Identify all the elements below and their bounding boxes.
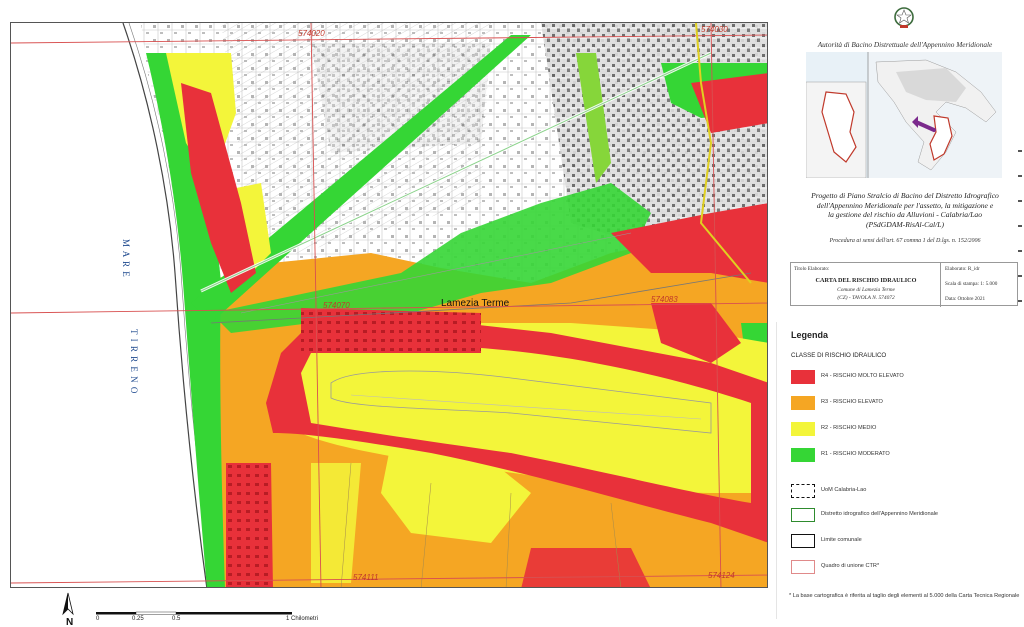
map-sheet: M A R E T I R R E N O Lamezia Terme 5740… [0, 0, 1024, 627]
sea-label-mare: M A R E [121, 239, 131, 278]
title-label: Titolo Elaborato: [794, 266, 830, 272]
legend-item-ctr: Quadro di unione CTR* [791, 560, 1021, 578]
elaborato-code: Elaborato: R_idr [945, 266, 980, 272]
legend-footnote: * La base cartografica è riferita al tag… [789, 593, 1020, 599]
print-scale: Scala di stampa: 1: 5.000 [945, 281, 998, 287]
grid-label: 574124 [708, 571, 735, 580]
legend-label: R1 - RISCHIO MODERATO [821, 451, 890, 457]
grid-label: 574030 [701, 25, 728, 34]
legend-swatch [791, 560, 815, 574]
info-table-meta-cell: Elaborato: R_idr Scala di stampa: 1: 5.0… [942, 263, 1018, 307]
legend-title: Legenda [791, 330, 829, 340]
risk-zone-r4-town [301, 308, 481, 353]
risk-map[interactable]: M A R E T I R R E N O Lamezia Terme 5740… [10, 22, 768, 588]
legend-swatch [791, 422, 815, 436]
legend-item-comune: Limite comunale [791, 534, 1021, 552]
grid-label: 574070 [323, 301, 350, 310]
scale-bar: 0 0.25 0.5 1 Chilometri [60, 592, 360, 626]
legend-label: R2 - RISCHIO MEDIO [821, 425, 877, 431]
map-canvas [11, 23, 767, 587]
scale-tick: 0.25 [132, 616, 144, 622]
legend-label: Limite comunale [821, 537, 862, 543]
legend-item-r2: R2 - RISCHIO MEDIO [791, 422, 1021, 440]
legend-swatch [791, 508, 815, 522]
legend-label: R3 - RISCHIO ELEVATO [821, 399, 883, 405]
town-label: Lamezia Terme [441, 298, 510, 309]
project-line: Progetto di Piano Stralcio di Bacino del… [811, 191, 999, 200]
legend-swatch [791, 370, 815, 384]
legend-label: R4 - RISCHIO MOLTO ELEVATO [821, 373, 904, 379]
project-line: la gestione del rischio da Alluvioni - C… [827, 210, 983, 219]
title-block: Autorità di Bacino Distrettuale dell'App… [786, 0, 1024, 308]
italian-emblem-icon [894, 7, 914, 28]
map-title: CARTA DEL RISCHIO IDRAULICO [815, 277, 917, 284]
project-line: (PSdGDAM-RisAl-Cal/L) [865, 219, 945, 229]
legend-item-r3: R3 - RISCHIO ELEVATO [791, 396, 1021, 414]
issue-date: Data: Ottobre 2021 [945, 296, 986, 302]
info-table-title-cell: Titolo Elaborato: CARTA DEL RISCHIO IDRA… [791, 263, 941, 307]
scale-tick: 0 [96, 616, 100, 622]
edge-marks [1018, 150, 1022, 302]
sea-label-tirreno: T I R R E N O [129, 329, 139, 395]
scale-tick: 1 Chilometri [286, 616, 319, 622]
legend-item-uom: UoM Calabria-Lao [791, 484, 1021, 502]
project-title: Progetto di Piano Stralcio di Bacino del… [790, 191, 1020, 229]
legend-swatch [791, 396, 815, 410]
legend-panel: Legenda CLASSE DI RISCHIO IDRAULICO R4 -… [776, 322, 1024, 619]
location-inset-map [806, 52, 1002, 178]
legend-swatch [791, 484, 815, 498]
legend-item-district: Distretto idrografico dell'Appennino Mer… [791, 508, 1021, 526]
grid-label: 574083 [651, 295, 678, 304]
scale-bar-graphic [96, 611, 292, 615]
legend-item-r1: R1 - RISCHIO MODERATO [791, 448, 1021, 466]
comune-name: Comune di Lamezia Terme [837, 287, 895, 293]
legend-label: Quadro di unione CTR* [821, 563, 880, 569]
legend-item-r4: R4 - RISCHIO MOLTO ELEVATO [791, 370, 1021, 388]
info-table: Titolo Elaborato: CARTA DEL RISCHIO IDRA… [790, 262, 1018, 307]
procedure-text: Procedura ai sensi dell'art. 67 comma 1 … [829, 238, 981, 244]
grid-label: 574020 [298, 29, 325, 38]
legend-swatch [791, 448, 815, 462]
authority-name: Autorità di Bacino Distrettuale dell'App… [817, 40, 993, 49]
sheet-number: (CZ) - TAVOLA N. 574072 [837, 295, 895, 301]
project-line: dell'Appennino Meridionale per l'assetto… [816, 200, 994, 210]
legend-label: UoM Calabria-Lao [821, 487, 867, 493]
scale-tick: 0.5 [172, 616, 181, 622]
legend-label: Distretto idrografico dell'Appennino Mer… [821, 511, 939, 517]
legend-swatch [791, 534, 815, 548]
legend-subtitle: CLASSE DI RISCHIO IDRAULICO [791, 352, 887, 359]
grid-label: 574111 [353, 573, 379, 582]
